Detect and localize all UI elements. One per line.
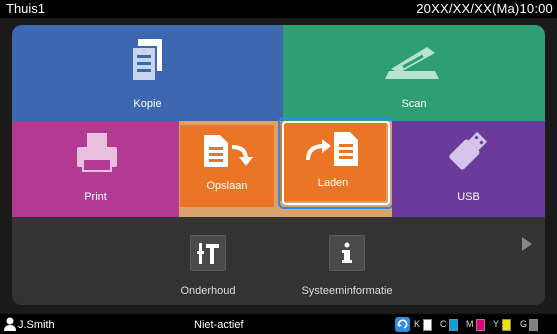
- laden-button[interactable]: Laden: [280, 122, 386, 201]
- machine-status: Niet-actief: [194, 319, 244, 331]
- onderhoud-button[interactable]: [190, 235, 226, 271]
- ink-y-level: [502, 319, 511, 331]
- refresh-icon[interactable]: [395, 317, 410, 332]
- bottom-panel: Onderhoud Systeeminformatie: [12, 217, 545, 305]
- systeeminformatie-button[interactable]: [329, 235, 365, 271]
- printer-icon: [77, 133, 117, 172]
- print-label: Print: [84, 191, 107, 203]
- tools-icon: [197, 243, 219, 264]
- status-bar: J.Smith Niet-actief K C M Y G: [0, 314, 557, 334]
- date-time: 20XX/XX/XX(Ma)10:00: [416, 1, 553, 16]
- opslaan-button[interactable]: Opslaan: [180, 121, 274, 207]
- onderhoud-label: Onderhoud: [180, 285, 236, 297]
- ink-c-level: [449, 319, 458, 331]
- ink-c-label: C: [440, 319, 447, 329]
- usb-icon: [449, 131, 488, 170]
- scan-button[interactable]: Scan: [283, 25, 545, 121]
- scanner-icon: [385, 47, 439, 79]
- opslaan-label: Opslaan: [206, 180, 248, 192]
- kopie-label: Kopie: [133, 98, 162, 110]
- ink-y-label: Y: [493, 319, 500, 329]
- systeeminformatie-label: Systeeminformatie: [301, 285, 393, 297]
- ink-k-level: [423, 319, 432, 331]
- scan-label: Scan: [401, 98, 427, 110]
- load-document-icon: [306, 132, 358, 166]
- ink-m-level: [476, 319, 485, 331]
- user-icon: [4, 317, 16, 331]
- ink-g-label: G: [520, 319, 528, 329]
- screen-title: Thuis1: [6, 1, 46, 16]
- copy-document-icon: [131, 39, 162, 82]
- ink-k-label: K: [414, 319, 421, 329]
- usb-button[interactable]: USB: [392, 121, 545, 217]
- laden-label: Laden: [317, 177, 349, 189]
- user-name[interactable]: J.Smith: [18, 319, 55, 331]
- usb-label: USB: [457, 191, 480, 203]
- info-icon: [342, 242, 352, 263]
- top-bar: Thuis1 20XX/XX/XX(Ma)10:00: [0, 0, 557, 18]
- kopie-button[interactable]: Kopie: [12, 25, 283, 121]
- print-button[interactable]: Print: [12, 121, 179, 217]
- home-screen: Kopie Scan Print Opslaan Laden USB Onder…: [12, 25, 545, 305]
- next-page-arrow-icon[interactable]: [522, 237, 532, 251]
- ink-m-label: M: [466, 319, 474, 329]
- save-document-icon: [204, 135, 253, 167]
- ink-g-level: [529, 319, 538, 331]
